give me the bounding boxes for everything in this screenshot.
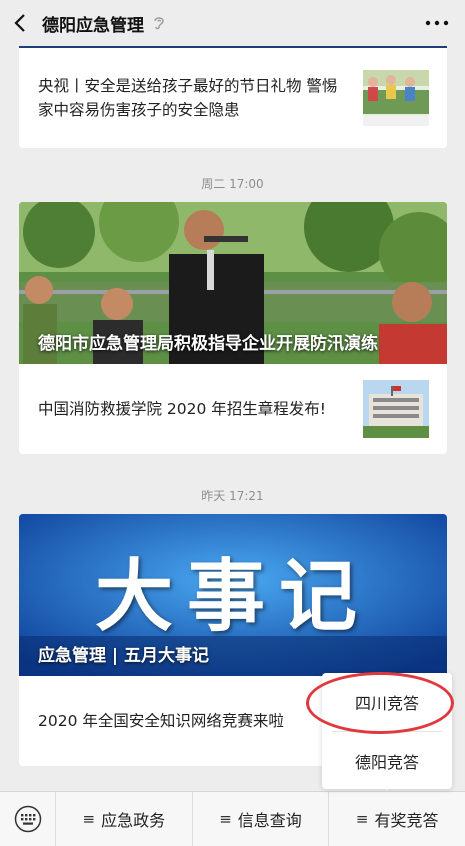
article-title: 央视丨安全是送给孩子最好的节日礼物 警惕家中容易伤害孩子的安全隐患 <box>38 77 338 119</box>
article-banner[interactable]: 德阳市应急管理局积极指导企业开展防汛演练 <box>19 202 447 364</box>
timestamp: 周二 17:00 <box>201 177 264 191</box>
menu-icon: ≡ <box>355 810 369 828</box>
nav-bar: 德阳应急管理 <box>0 0 465 46</box>
highlight-circle <box>306 672 454 734</box>
article-card: 央视丨安全是送给孩子最好的节日礼物 警惕家中容易伤害孩子的安全隐患 <box>19 38 447 148</box>
article-title: 2020 年全国安全知识网络竞赛来啦 <box>38 712 284 730</box>
banner-caption: 应急管理 | 五月大事记 <box>38 646 210 666</box>
menu-info-query[interactable]: ≡ 信息查询 <box>193 791 330 846</box>
keyboard-icon <box>14 805 41 833</box>
banner-big-text: 大事记 <box>94 551 371 642</box>
bottom-menu-bar: ≡ 应急政务 ≡ 信息查询 ≡ 有奖竞答 <box>0 791 465 846</box>
menu-icon: ≡ <box>219 810 232 828</box>
article-banner[interactable]: 大事记 应急管理 | 五月大事记 <box>19 514 447 676</box>
article-item[interactable]: 央视丨安全是送给孩子最好的节日礼物 警惕家中容易伤害孩子的安全隐患 <box>19 48 447 148</box>
menu-label: 有奖竞答 <box>374 811 439 830</box>
back-button[interactable] <box>0 0 40 46</box>
article-thumbnail <box>363 380 429 438</box>
chevron-left-icon <box>14 14 25 32</box>
more-icon <box>425 20 449 26</box>
page-title: 德阳应急管理 <box>42 15 144 36</box>
menu-label: 应急政务 <box>101 811 166 830</box>
more-button[interactable] <box>423 12 451 34</box>
article-title: 中国消防救援学院 2020 年招生章程发布! <box>38 400 327 418</box>
popup-caret <box>380 783 394 790</box>
keyboard-toggle-button[interactable] <box>0 791 56 846</box>
timestamp: 昨天 17:21 <box>201 489 264 503</box>
children-thumbnail-image <box>363 70 429 126</box>
article-item[interactable]: 中国消防救援学院 2020 年招生章程发布! <box>19 364 447 454</box>
article-card: 德阳市应急管理局积极指导企业开展防汛演练 中国消防救援学院 2020 年招生章程… <box>19 202 447 454</box>
menu-label: 信息查询 <box>237 811 302 830</box>
menu-emergency-affairs[interactable]: ≡ 应急政务 <box>56 791 193 846</box>
ear-icon <box>154 17 164 30</box>
article-thumbnail <box>363 70 429 126</box>
banner-caption: 德阳市应急管理局积极指导企业开展防汛演练 <box>38 334 378 354</box>
submenu-item-deyang-quiz[interactable]: 德阳竞答 <box>322 732 452 790</box>
academy-building-image <box>363 380 429 438</box>
menu-icon: ≡ <box>82 810 96 828</box>
menu-prize-quiz[interactable]: ≡ 有奖竞答 <box>329 792 465 846</box>
